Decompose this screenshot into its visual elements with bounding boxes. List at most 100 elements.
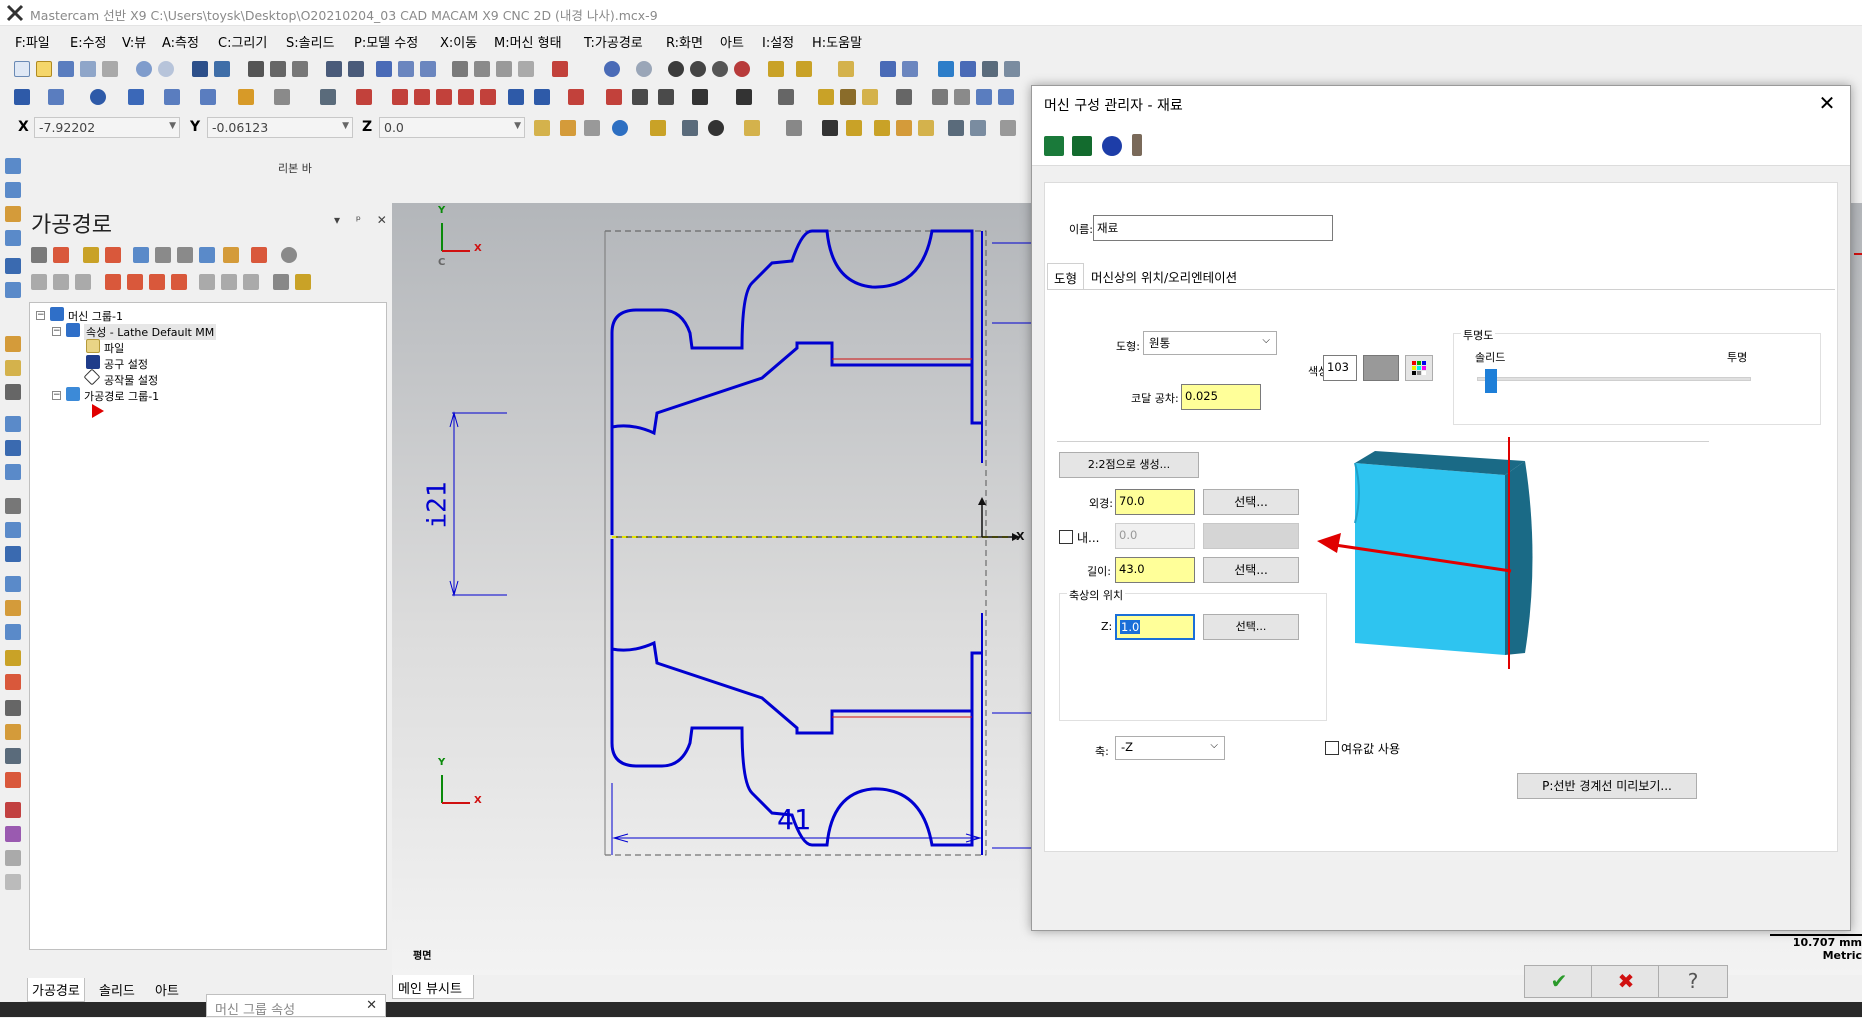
xform-5-icon[interactable]	[458, 89, 474, 105]
open-file-icon[interactable]	[36, 61, 52, 77]
break-icon[interactable]	[320, 89, 336, 105]
mill-6-icon[interactable]	[5, 624, 21, 640]
mill-15-icon[interactable]	[5, 850, 21, 866]
xform-6-icon[interactable]	[480, 89, 496, 105]
lathe-finish-icon[interactable]	[5, 182, 21, 198]
menu-xform[interactable]: X:이동	[440, 32, 477, 51]
help-query-icon[interactable]	[880, 61, 896, 77]
arc-icon[interactable]	[164, 89, 180, 105]
mill-4-icon[interactable]	[5, 576, 21, 592]
snap-icon[interactable]	[560, 120, 576, 136]
save-as-icon[interactable]	[80, 61, 96, 77]
hatch-icon[interactable]	[778, 89, 794, 105]
menu-view[interactable]: V:뷰	[122, 32, 146, 51]
lathe-drill-icon[interactable]	[5, 206, 21, 222]
backplot-icon[interactable]	[133, 247, 149, 263]
label-icon[interactable]	[862, 89, 878, 105]
panel-controls[interactable]: ▾ ᵖ ✕	[334, 213, 393, 227]
close-icon[interactable]: ✕	[1814, 92, 1840, 116]
tree-stock-setup[interactable]: 공작물 설정	[104, 372, 158, 388]
menu-art[interactable]: 아트	[720, 32, 744, 51]
gview-icon[interactable]	[326, 61, 342, 77]
cube-2-icon[interactable]	[896, 120, 912, 136]
shade-4-icon[interactable]	[734, 61, 750, 77]
lathe-tail-icon[interactable]	[5, 416, 21, 432]
point-icon[interactable]	[14, 89, 30, 105]
inner-diameter-select-button[interactable]	[1203, 523, 1299, 549]
mill-9-icon[interactable]	[5, 700, 21, 716]
use-margin-checkbox[interactable]	[1325, 741, 1339, 755]
highfeed-icon[interactable]	[251, 247, 267, 263]
pattern-icon[interactable]	[840, 89, 856, 105]
mill-13-icon[interactable]	[5, 802, 21, 818]
z-position-select-button[interactable]: 선택...	[1203, 614, 1299, 640]
menu-file[interactable]: F:파일	[15, 32, 50, 51]
cube-icon[interactable]	[874, 120, 890, 136]
tool-2-icon[interactable]	[658, 89, 674, 105]
mill-7-icon[interactable]	[5, 650, 21, 666]
color-field[interactable]: 103	[1323, 355, 1357, 381]
zoom-target-icon[interactable]	[270, 61, 286, 77]
layer-icon[interactable]	[896, 89, 912, 105]
array-icon[interactable]	[568, 89, 584, 105]
cube-5-icon[interactable]	[970, 120, 986, 136]
inner-diameter-field[interactable]: 0.0	[1115, 523, 1195, 549]
menu-edit[interactable]: E:수정	[70, 32, 107, 51]
repaint-icon[interactable]	[214, 61, 230, 77]
layer-3-icon[interactable]	[954, 89, 970, 105]
lathe-rough-icon[interactable]	[5, 158, 21, 174]
toggle-post-icon[interactable]	[75, 274, 91, 290]
globe-icon[interactable]	[604, 61, 620, 77]
xform-3-icon[interactable]	[414, 89, 430, 105]
length-field[interactable]: 43.0	[1115, 557, 1195, 583]
mill-10-icon[interactable]	[5, 724, 21, 740]
gear-icon[interactable]	[1102, 136, 1122, 156]
regen-icon[interactable]	[83, 247, 99, 263]
z-coord-input[interactable]: 0.0 ▼	[379, 117, 525, 138]
mill-5-icon[interactable]	[5, 600, 21, 616]
simulate-icon[interactable]	[177, 247, 193, 263]
outer-diameter-field[interactable]: 70.0	[1115, 489, 1195, 515]
mill-12-icon[interactable]	[5, 772, 21, 788]
chuck-icon[interactable]	[1072, 136, 1092, 156]
transparency-slider-thumb[interactable]	[1485, 369, 1497, 393]
scroll-to-icon[interactable]	[171, 274, 187, 290]
cursor-icon[interactable]	[822, 120, 838, 136]
calculator-icon[interactable]	[960, 61, 976, 77]
lathe-chuck-icon[interactable]	[5, 384, 21, 400]
cursor-2-icon[interactable]	[846, 120, 862, 136]
redo-icon[interactable]	[158, 61, 174, 77]
mill-16-icon[interactable]	[5, 874, 21, 890]
new-file-icon[interactable]	[14, 61, 30, 77]
line-icon[interactable]	[48, 89, 64, 105]
library-icon[interactable]	[273, 274, 289, 290]
undo-icon[interactable]	[136, 61, 152, 77]
name-field[interactable]: 재료	[1093, 215, 1333, 241]
mirror-2-icon[interactable]	[534, 89, 550, 105]
lathe-thread-icon[interactable]	[5, 282, 21, 298]
tree-files[interactable]: 파일	[104, 340, 124, 356]
cancel-button[interactable]: ✖	[1591, 965, 1661, 998]
select-5-icon[interactable]	[786, 120, 802, 136]
menu-draw[interactable]: C:그리기	[218, 32, 267, 51]
rotate-3-icon[interactable]	[420, 61, 436, 77]
preview-boundary-button[interactable]: P:선반 경계선 미리보기...	[1517, 773, 1697, 799]
tree-machine-group[interactable]: 머신 그룹-1	[68, 308, 123, 324]
machine-group-properties-tab[interactable]: 머신 그룹 속성 ✕	[206, 994, 386, 1018]
ok-button[interactable]: ✔	[1524, 965, 1594, 998]
tool-icon[interactable]	[632, 89, 648, 105]
fast-point-icon[interactable]	[534, 120, 550, 136]
main-viewsheet-tab[interactable]: 메인 뷰시트	[392, 975, 474, 999]
mirror-icon[interactable]	[508, 89, 524, 105]
chevron-down-icon[interactable]: ▼	[169, 121, 176, 131]
lathe-stock-icon[interactable]	[5, 360, 21, 376]
layer-2-icon[interactable]	[932, 89, 948, 105]
unzoom-icon[interactable]	[292, 61, 308, 77]
sum-icon[interactable]	[982, 61, 998, 77]
shade-2-icon[interactable]	[690, 61, 706, 77]
cube-side-icon[interactable]	[496, 61, 512, 77]
transparency-slider-track[interactable]	[1477, 377, 1751, 381]
analyze-icon[interactable]	[902, 61, 918, 77]
offset-icon[interactable]	[606, 89, 622, 105]
lathe-steady-icon[interactable]	[5, 440, 21, 456]
